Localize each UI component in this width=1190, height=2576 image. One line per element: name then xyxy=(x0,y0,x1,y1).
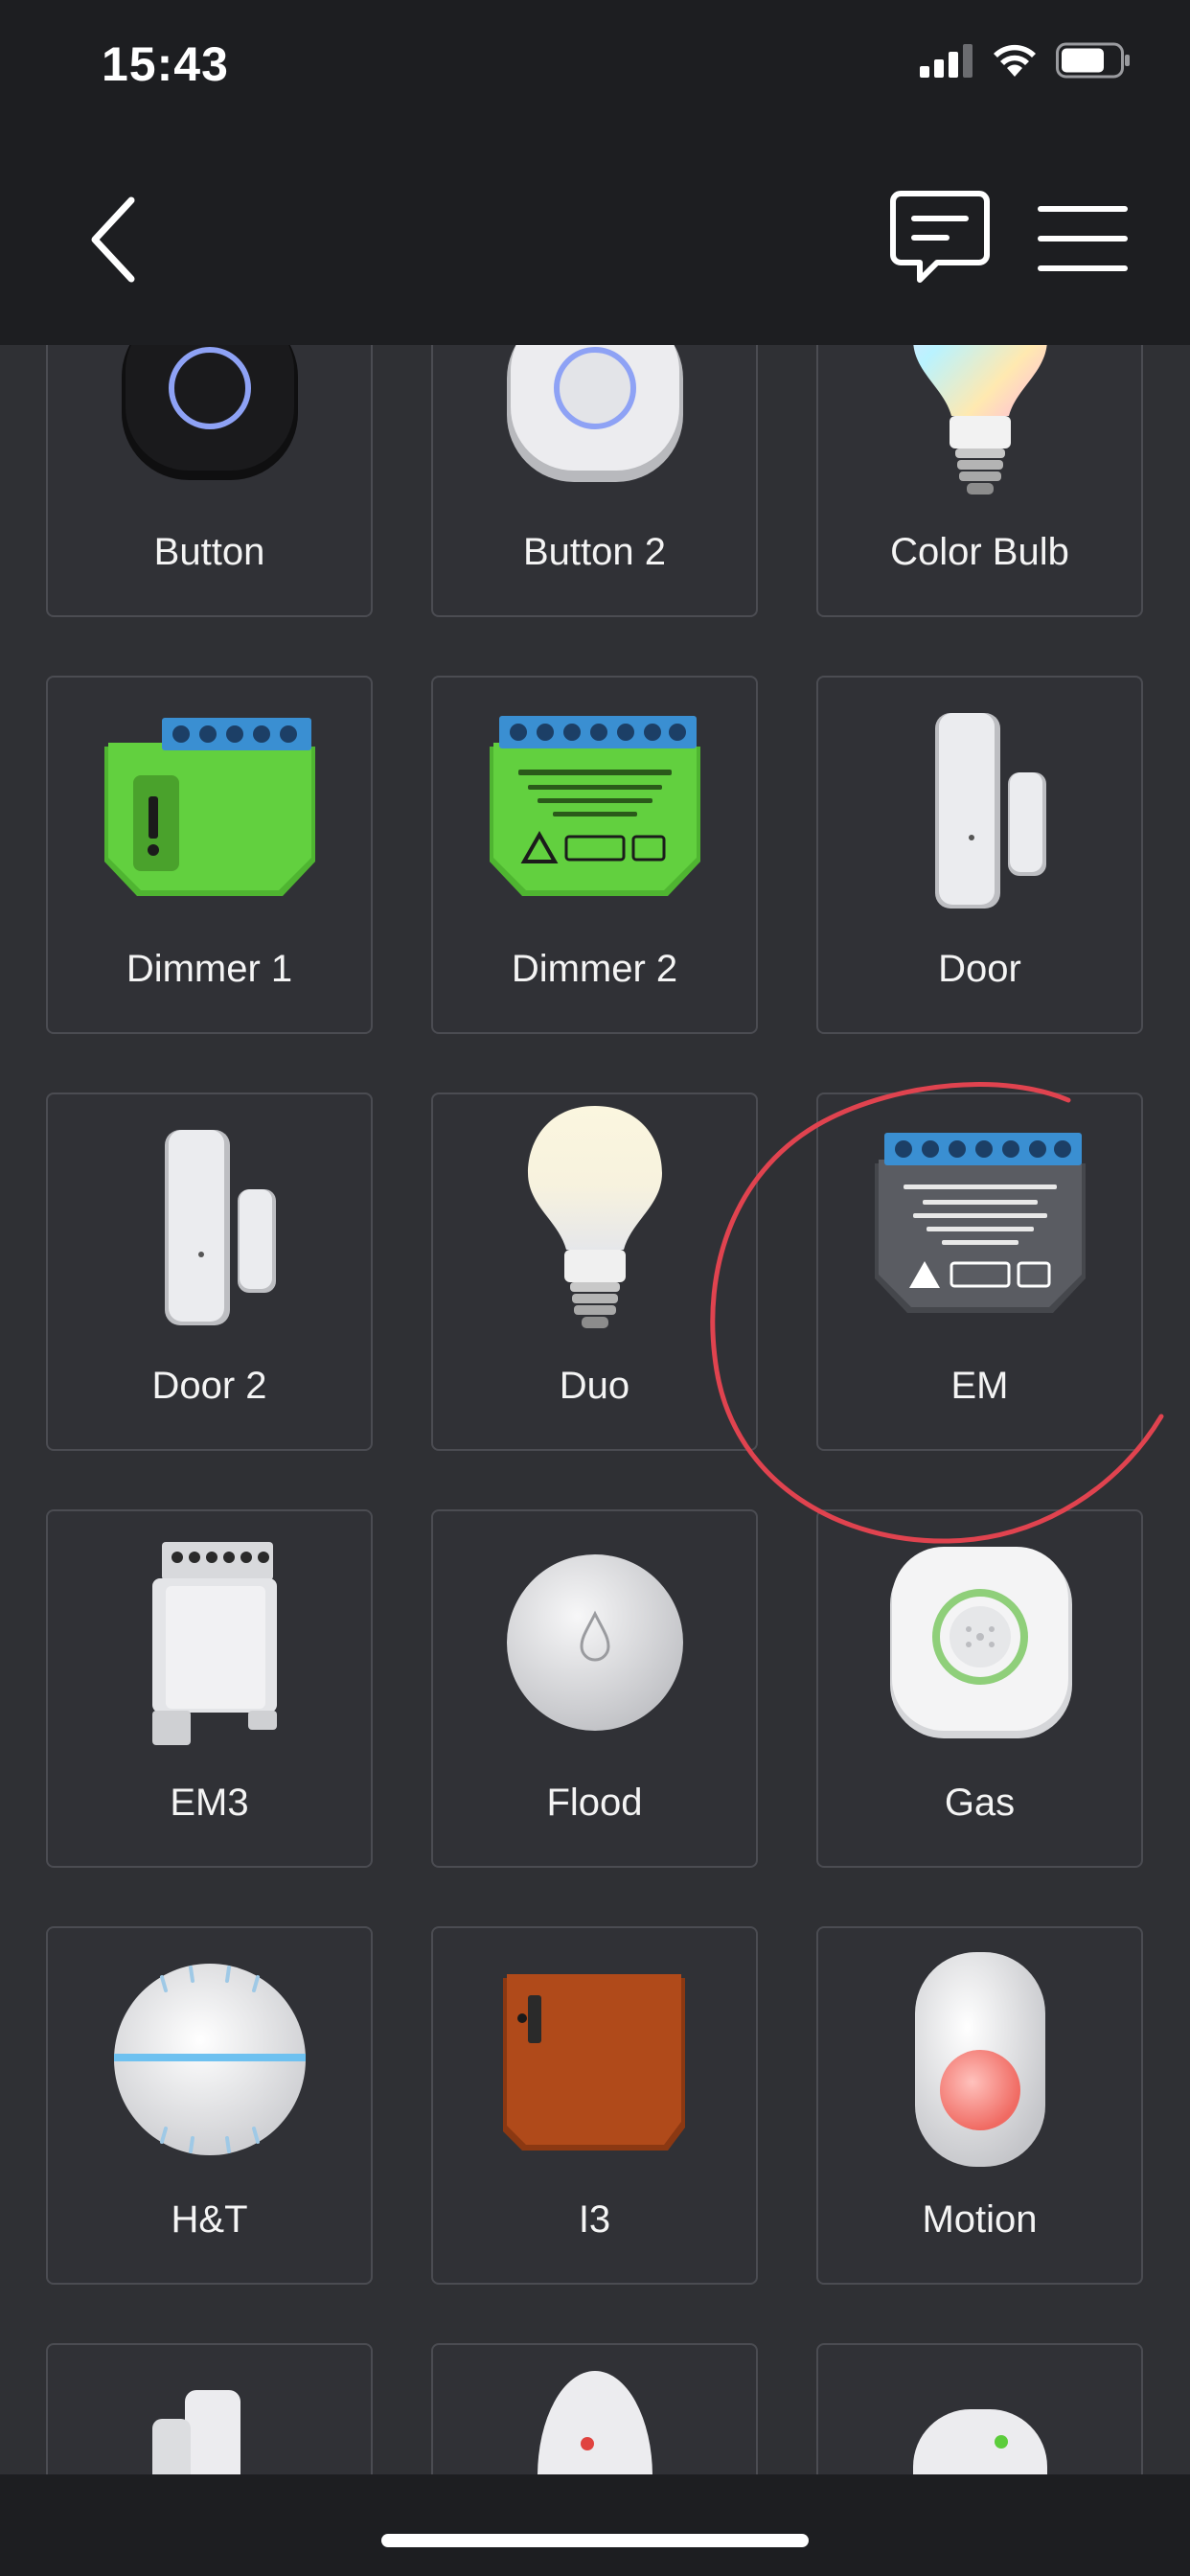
motion-sensor-icon xyxy=(914,1952,1045,2167)
hamburger-menu-icon xyxy=(1038,206,1128,271)
nav-bar xyxy=(0,134,1190,345)
device-grid: Button Button 2 Color Bulb Dimmer 1 Dimm… xyxy=(46,345,1143,2474)
device-label: Button 2 xyxy=(522,531,666,573)
flood-sensor-icon xyxy=(506,1554,683,1731)
device-thumbnail-icon xyxy=(912,2409,1047,2474)
device-tile-i3[interactable]: I3 xyxy=(431,1926,758,2285)
em-module-icon xyxy=(874,1133,1086,1313)
i3-module-icon xyxy=(502,1974,685,2150)
device-tile-button[interactable]: Button xyxy=(46,345,373,617)
device-tile-em[interactable]: EM xyxy=(816,1092,1143,1451)
device-tile-partial-2[interactable] xyxy=(431,2343,758,2474)
battery-icon xyxy=(1056,42,1130,79)
device-tile-door[interactable]: Door xyxy=(816,676,1143,1034)
back-button[interactable] xyxy=(75,192,151,288)
device-tile-gas[interactable]: Gas xyxy=(816,1509,1143,1868)
button-white-icon xyxy=(506,345,683,482)
device-label: Dimmer 2 xyxy=(511,948,678,990)
device-label: Door xyxy=(938,948,1021,990)
gas-sensor-icon xyxy=(889,1547,1072,1738)
duo-bulb-icon xyxy=(527,1106,662,1328)
status-bar: 15:43 xyxy=(0,0,1190,134)
device-label: Dimmer 1 xyxy=(126,948,293,990)
home-indicator[interactable] xyxy=(381,2534,809,2547)
menu-button[interactable] xyxy=(1035,196,1131,282)
device-tile-button-2[interactable]: Button 2 xyxy=(431,345,758,617)
chat-bubble-icon xyxy=(890,191,990,283)
device-tile-partial-3[interactable] xyxy=(816,2343,1143,2474)
device-label: Button xyxy=(153,531,265,573)
device-tile-duo[interactable]: Duo xyxy=(431,1092,758,1451)
device-label: EM xyxy=(950,1365,1009,1407)
device-tile-dimmer-2[interactable]: Dimmer 2 xyxy=(431,676,758,1034)
chevron-left-icon xyxy=(91,196,135,283)
screen: 15:43 Button Button 2 Color Bulb Dimmer … xyxy=(0,0,1190,2576)
device-tile-motion[interactable]: Motion xyxy=(816,1926,1143,2285)
device-label: EM3 xyxy=(170,1782,249,1824)
button-black-icon xyxy=(121,345,298,480)
door-sensor-icon xyxy=(934,713,1046,908)
dimmer2-green-icon xyxy=(489,716,700,896)
device-label: Motion xyxy=(922,2198,1038,2241)
device-tile-color-bulb[interactable]: Color Bulb xyxy=(816,345,1143,617)
device-tile-door-2[interactable]: Door 2 xyxy=(46,1092,373,1451)
device-list[interactable]: Button Button 2 Color Bulb Dimmer 1 Dimm… xyxy=(0,345,1190,2474)
device-thumbnail-icon xyxy=(151,2390,240,2474)
device-tile-ht[interactable]: H&T xyxy=(46,1926,373,2285)
device-label: I3 xyxy=(578,2198,611,2241)
device-label: H&T xyxy=(171,2198,248,2241)
cellular-signal-icon xyxy=(920,44,973,78)
status-icons xyxy=(920,42,1131,79)
device-tile-partial-1[interactable] xyxy=(46,2343,373,2474)
door-sensor-icon xyxy=(164,1130,276,1325)
device-tile-flood[interactable]: Flood xyxy=(431,1509,758,1868)
color-bulb-icon xyxy=(913,345,1046,494)
device-thumbnail-icon xyxy=(537,2371,652,2474)
em3-din-icon xyxy=(151,1542,277,1745)
status-time: 15:43 xyxy=(102,37,229,91)
device-tile-em3[interactable]: EM3 xyxy=(46,1509,373,1868)
ht-sensor-icon xyxy=(113,1964,306,2155)
device-label: Gas xyxy=(944,1782,1016,1824)
device-tile-dimmer-1[interactable]: Dimmer 1 xyxy=(46,676,373,1034)
wifi-icon xyxy=(994,44,1036,77)
device-label: Door 2 xyxy=(151,1365,267,1407)
device-label: Color Bulb xyxy=(890,531,1069,573)
bottom-bar xyxy=(0,2474,1190,2576)
chat-button[interactable] xyxy=(887,186,993,291)
device-label: Duo xyxy=(559,1365,630,1407)
device-label: Flood xyxy=(546,1782,643,1824)
dimmer-green-icon xyxy=(103,718,315,896)
